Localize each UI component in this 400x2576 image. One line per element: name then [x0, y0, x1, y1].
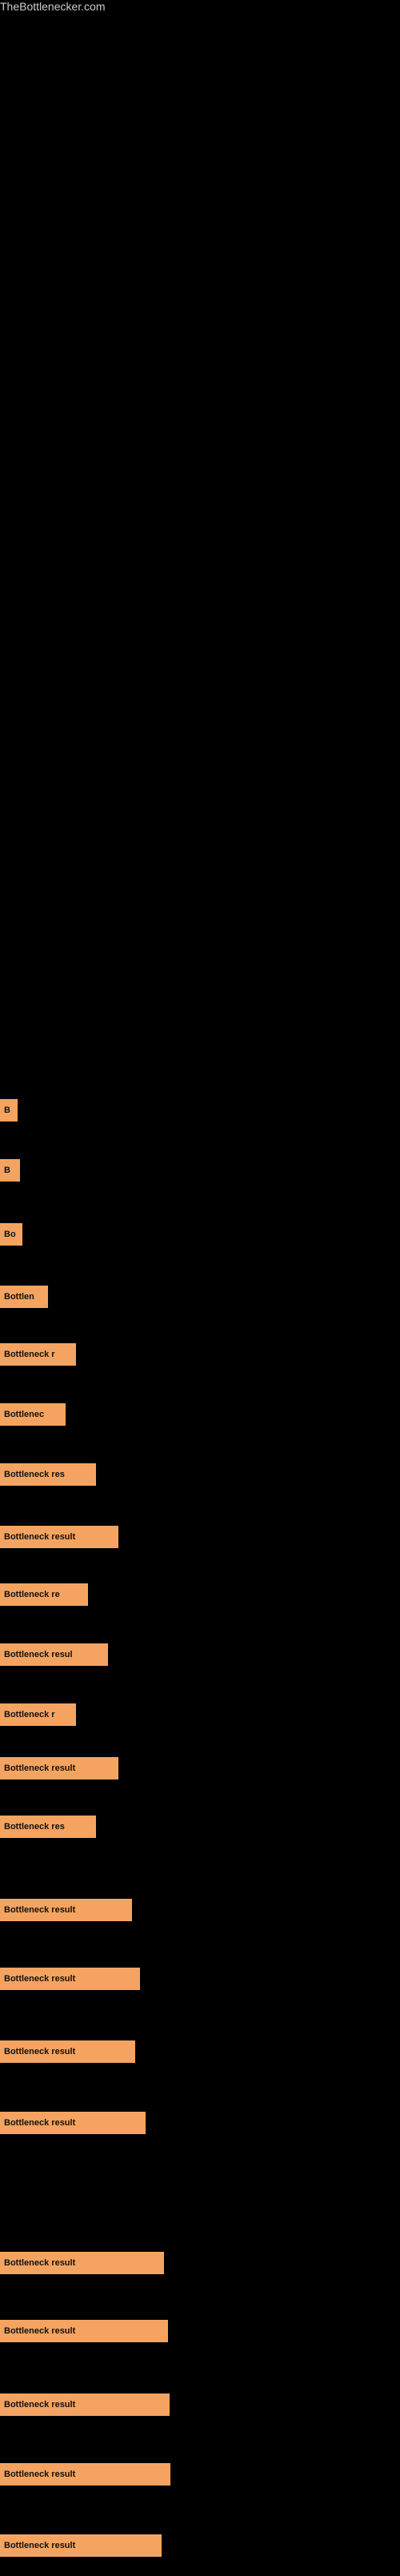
bars-section: B B Bo Bottlen Bottleneck r Bottlenec Bottlene… — [0, 14, 400, 2576]
bottleneck-bar-16: Bottleneck result — [0, 2112, 146, 2134]
bottleneck-bar-8: Bottleneck re — [0, 1583, 88, 1606]
bottleneck-bar-0: B — [0, 1099, 18, 1121]
site-title: TheBottlenecker.com — [0, 0, 106, 16]
bottleneck-bar-10: Bottleneck r — [0, 1703, 76, 1726]
bottleneck-bar-13: Bottleneck result — [0, 1899, 132, 1921]
bottleneck-bar-20: Bottleneck result — [0, 2463, 170, 2486]
bottleneck-bar-17: Bottleneck result — [0, 2252, 164, 2274]
bottleneck-bar-14: Bottleneck result — [0, 1968, 140, 1990]
site-title-bar: TheBottlenecker.com — [0, 0, 400, 14]
bottleneck-bar-1: B — [0, 1159, 20, 1182]
bottleneck-bar-9: Bottleneck resul — [0, 1643, 108, 1666]
bottleneck-bar-18: Bottleneck result — [0, 2320, 168, 2342]
bottleneck-bar-11: Bottleneck result — [0, 1757, 118, 1780]
bottleneck-bar-12: Bottleneck res — [0, 1816, 96, 1838]
bottleneck-bar-15: Bottleneck result — [0, 2040, 135, 2063]
bottleneck-bar-2: Bo — [0, 1223, 22, 1246]
bottleneck-bar-21: Bottleneck result — [0, 2534, 162, 2557]
bottleneck-bar-4: Bottleneck r — [0, 1343, 76, 1366]
bottleneck-bar-19: Bottleneck result — [0, 2393, 170, 2416]
bottleneck-bar-6: Bottleneck res — [0, 1463, 96, 1486]
bottleneck-bar-5: Bottlenec — [0, 1403, 66, 1426]
bottleneck-bar-3: Bottlen — [0, 1286, 48, 1308]
page-wrapper: B B Bo Bottlen Bottleneck r Bottlenec Bottlene… — [0, 14, 400, 2576]
bottleneck-bar-7: Bottleneck result — [0, 1526, 118, 1548]
